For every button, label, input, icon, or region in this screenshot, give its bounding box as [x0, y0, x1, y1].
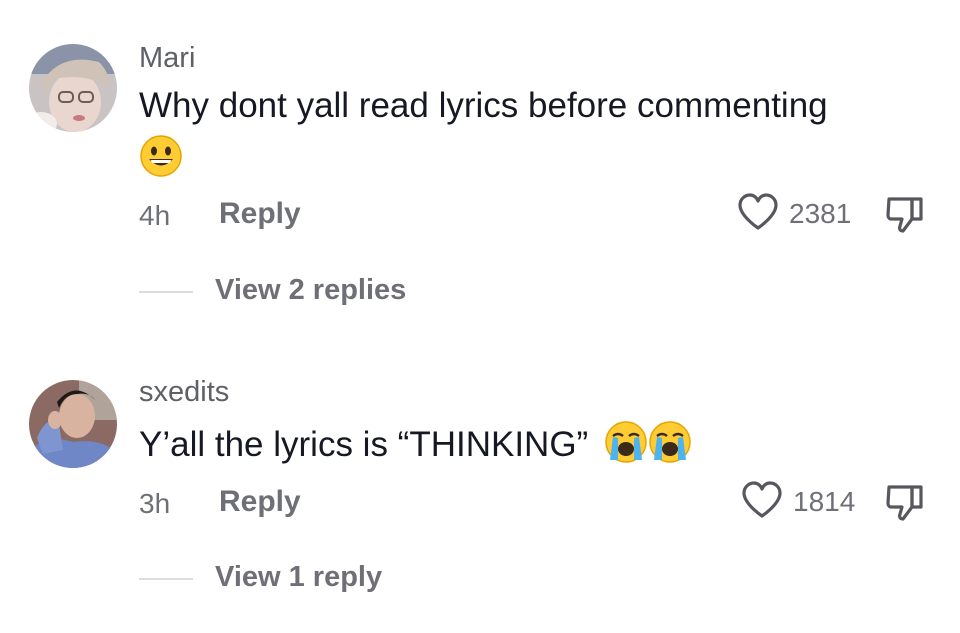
- dislike-button[interactable]: [885, 195, 925, 235]
- comment-username[interactable]: sxedits: [139, 376, 229, 409]
- loudly-crying-face-emoji-icon: [604, 420, 692, 473]
- replies-divider: [139, 578, 193, 580]
- replies-divider: [139, 291, 193, 293]
- like-count: 2381: [789, 198, 852, 229]
- reply-button[interactable]: Reply: [219, 197, 301, 231]
- dislike-button[interactable]: [885, 483, 925, 523]
- heart-outline-icon: [741, 480, 783, 524]
- reply-button[interactable]: Reply: [219, 485, 301, 519]
- like-button[interactable]: 2381: [737, 192, 852, 236]
- comment-username[interactable]: Mari: [139, 42, 195, 75]
- heart-outline-icon: [737, 192, 779, 236]
- avatar[interactable]: [29, 380, 117, 468]
- comment-emoji-line: [139, 134, 183, 187]
- view-replies-button[interactable]: View 2 replies: [215, 274, 406, 307]
- like-count: 1814: [793, 486, 856, 517]
- grinning-face-emoji-icon: [139, 134, 183, 187]
- like-button[interactable]: 1814: [741, 480, 856, 524]
- comment-timestamp: 4h: [139, 200, 171, 231]
- comment-text: Y’all the lyrics is “THINKING”: [139, 424, 589, 464]
- comment-text: Why dont yall read lyrics before comment…: [139, 86, 828, 125]
- avatar[interactable]: [29, 44, 117, 132]
- thumbs-down-icon: [885, 197, 925, 239]
- view-replies-button[interactable]: View 1 reply: [215, 561, 382, 594]
- comment-timestamp: 3h: [139, 488, 171, 519]
- thumbs-down-icon: [885, 485, 925, 527]
- comment-text-line: Y’all the lyrics is “THINKING”: [139, 420, 692, 473]
